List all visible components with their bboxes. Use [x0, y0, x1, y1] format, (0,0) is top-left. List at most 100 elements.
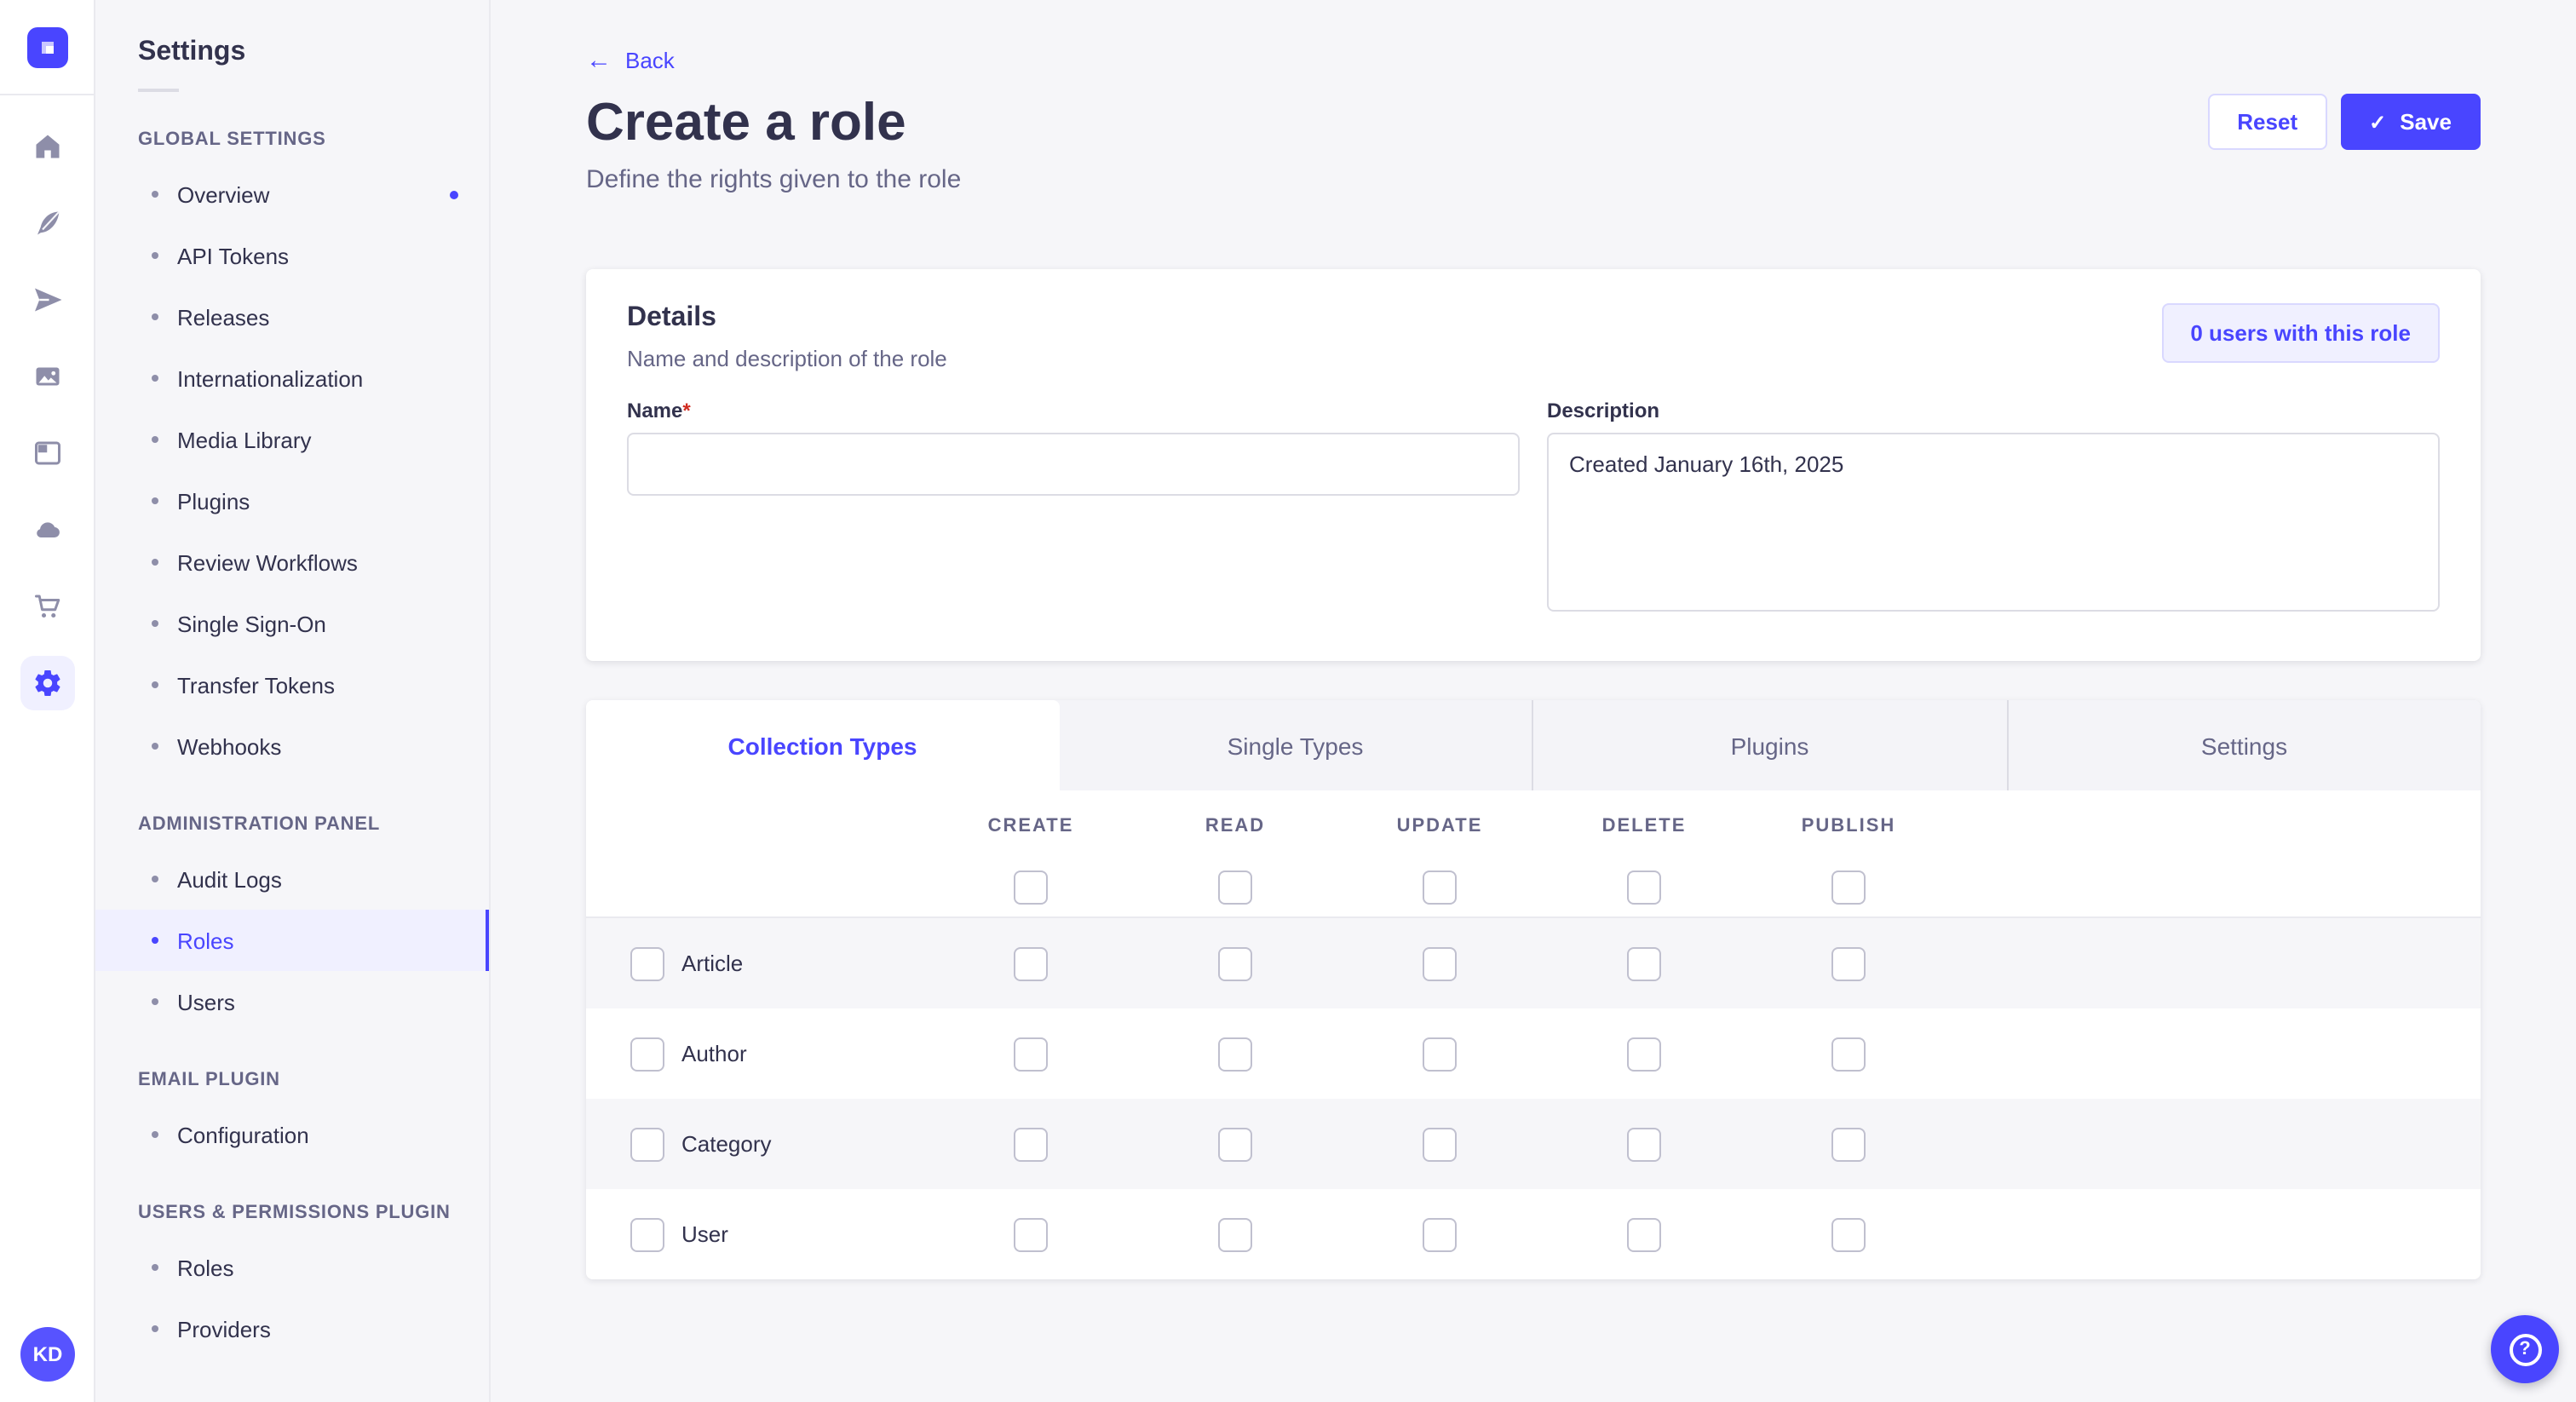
author-read-checkbox[interactable] [1218, 1037, 1252, 1071]
row-label: Category [681, 1131, 929, 1157]
author-create-checkbox[interactable] [1014, 1037, 1048, 1071]
bullet-icon [152, 681, 158, 688]
row-select-checkbox[interactable] [630, 946, 664, 980]
name-input[interactable] [627, 433, 1520, 496]
sidebar-item-label: Providers [177, 1316, 271, 1342]
user-read-checkbox[interactable] [1218, 1217, 1252, 1251]
sidebar-item-single-sign-on[interactable]: Single Sign-On [95, 593, 489, 654]
bullet-icon [152, 1325, 158, 1332]
sidebar-item-internationalization[interactable]: Internationalization [95, 348, 489, 409]
sidebar-item-label: Roles [177, 1255, 234, 1280]
row-label: Article [681, 951, 929, 976]
details-subtitle: Name and description of the role [627, 346, 947, 371]
user-delete-checkbox[interactable] [1627, 1217, 1661, 1251]
sidebar-item-label: Transfer Tokens [177, 672, 335, 698]
bullet-icon [152, 252, 158, 259]
home-icon[interactable] [20, 119, 74, 174]
row-select-checkbox[interactable] [630, 1217, 664, 1251]
user-avatar[interactable]: KD [20, 1327, 75, 1382]
tab-plugins[interactable]: Plugins [1532, 700, 2006, 790]
sidebar-item-label: Webhooks [177, 733, 281, 759]
sidebar-item-configuration[interactable]: Configuration [95, 1104, 489, 1165]
tab-settings[interactable]: Settings [2006, 700, 2481, 790]
users-with-role-badge[interactable]: 0 users with this role [2161, 303, 2440, 363]
permissions-card: Collection Types Single Types Plugins Se… [586, 700, 2481, 1279]
author-update-checkbox[interactable] [1423, 1037, 1457, 1071]
sidebar-item-webhooks[interactable]: Webhooks [95, 715, 489, 777]
table-row-category: Category [586, 1099, 2481, 1189]
sidebar-item-users[interactable]: Users [95, 971, 489, 1032]
section-heading: USERS & PERMISSIONS PLUGIN [95, 1203, 489, 1223]
article-update-checkbox[interactable] [1423, 946, 1457, 980]
page-subtitle: Define the rights given to the role [586, 165, 2481, 194]
author-delete-checkbox[interactable] [1627, 1037, 1661, 1071]
description-field-group: Description Created January 16th, 2025 [1547, 399, 2440, 620]
row-select-checkbox[interactable] [630, 1037, 664, 1071]
sidebar-item-plugins[interactable]: Plugins [95, 470, 489, 531]
sidebar-item-label: Audit Logs [177, 866, 282, 892]
category-read-checkbox[interactable] [1218, 1127, 1252, 1161]
sidebar-title: Settings [95, 0, 489, 68]
layout-icon[interactable] [20, 426, 74, 480]
select-all-create-checkbox[interactable] [1014, 871, 1048, 905]
bullet-icon [152, 743, 158, 750]
select-all-publish-checkbox[interactable] [1831, 871, 1866, 905]
sidebar-item-providers[interactable]: Providers [95, 1298, 489, 1359]
details-card: Details Name and description of the role… [586, 269, 2481, 661]
back-label: Back [625, 48, 675, 73]
sidebar-item-api-tokens[interactable]: API Tokens [95, 225, 489, 286]
article-publish-checkbox[interactable] [1831, 946, 1866, 980]
bullet-icon [152, 1264, 158, 1271]
cart-icon[interactable] [20, 579, 74, 634]
sidebar-item-overview[interactable]: Overview [95, 164, 489, 225]
select-all-delete-checkbox[interactable] [1627, 871, 1661, 905]
sidebar-item-releases[interactable]: Releases [95, 286, 489, 348]
bullet-icon [152, 375, 158, 382]
row-select-checkbox[interactable] [630, 1127, 664, 1161]
workspace-logo-button[interactable] [0, 0, 94, 95]
select-all-read-checkbox[interactable] [1218, 871, 1252, 905]
author-publish-checkbox[interactable] [1831, 1037, 1866, 1071]
user-publish-checkbox[interactable] [1831, 1217, 1866, 1251]
column-header-read: READ [1205, 816, 1265, 836]
user-update-checkbox[interactable] [1423, 1217, 1457, 1251]
select-all-update-checkbox[interactable] [1423, 871, 1457, 905]
category-publish-checkbox[interactable] [1831, 1127, 1866, 1161]
page-title: Create a role [586, 95, 906, 148]
sidebar-item-media-library[interactable]: Media Library [95, 409, 489, 470]
sidebar-item-label: Roles [177, 928, 234, 953]
user-create-checkbox[interactable] [1014, 1217, 1048, 1251]
sidebar-divider [138, 89, 179, 92]
description-textarea[interactable]: Created January 16th, 2025 [1547, 433, 2440, 612]
check-icon: ✓ [2369, 112, 2386, 132]
help-button[interactable]: ? [2491, 1315, 2559, 1383]
category-delete-checkbox[interactable] [1627, 1127, 1661, 1161]
save-button[interactable]: ✓ Save [2340, 94, 2481, 150]
icon-rail: KD [0, 0, 95, 1402]
sidebar-item-roles-up[interactable]: Roles [95, 1237, 489, 1298]
send-icon[interactable] [20, 273, 74, 327]
tab-collection-types[interactable]: Collection Types [586, 700, 1059, 790]
article-create-checkbox[interactable] [1014, 946, 1048, 980]
sidebar-item-label: Overview [177, 181, 269, 207]
category-create-checkbox[interactable] [1014, 1127, 1048, 1161]
tab-single-types[interactable]: Single Types [1059, 700, 1532, 790]
article-delete-checkbox[interactable] [1627, 946, 1661, 980]
reset-button[interactable]: Reset [2208, 94, 2326, 150]
sidebar-item-roles-admin[interactable]: Roles [95, 910, 489, 971]
sidebar-item-label: Configuration [177, 1122, 309, 1147]
sidebar-item-transfer-tokens[interactable]: Transfer Tokens [95, 654, 489, 715]
back-link[interactable]: ← Back [586, 48, 675, 73]
sidebar-item-review-workflows[interactable]: Review Workflows [95, 531, 489, 593]
feather-icon[interactable] [20, 196, 74, 250]
section-email-plugin: EMAIL PLUGIN Configuration [95, 1070, 489, 1165]
sidebar-item-audit-logs[interactable]: Audit Logs [95, 848, 489, 910]
bullet-icon [152, 998, 158, 1005]
category-update-checkbox[interactable] [1423, 1127, 1457, 1161]
media-icon[interactable] [20, 349, 74, 404]
settings-gear-icon[interactable] [20, 656, 74, 710]
bullet-icon [152, 313, 158, 320]
cloud-icon[interactable] [20, 503, 74, 557]
article-read-checkbox[interactable] [1218, 946, 1252, 980]
section-heading: EMAIL PLUGIN [95, 1070, 489, 1090]
